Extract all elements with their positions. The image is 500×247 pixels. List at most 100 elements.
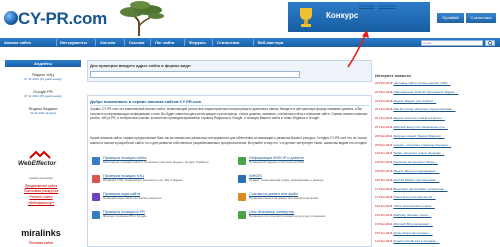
news-link[interactable]: Индекс Яндекс для Android ... <box>393 99 436 103</box>
tool-timestamp[interactable]: Unix timestamp конвертер Проверка unix t… <box>238 210 358 224</box>
news-item[interactable]: 22 Ноя 2011 Чистовые сайты сильно меняют… <box>375 81 497 86</box>
nav-forums[interactable]: Форумы <box>189 38 206 47</box>
tool-links[interactable]: Ссылки на домен или файл Проверка ссылок… <box>238 192 358 206</box>
register-button[interactable]: Правйай <box>437 13 464 23</box>
news-date: 14 Ноя 2011 <box>375 239 394 244</box>
ad-link[interactable]: Продвижение сайта <box>6 184 76 188</box>
news-link[interactable]: Opera выпустил версию 12 ... <box>393 195 435 199</box>
statistics-button[interactable]: Статистика <box>466 13 496 23</box>
nav-statistics[interactable]: Статистика <box>217 38 239 47</box>
update-date: 07.11.2011 (15 дней назад) <box>24 77 62 81</box>
help-link[interactable]: Помощь <box>359 3 374 8</box>
site-url-input[interactable] <box>90 71 300 78</box>
nav-site-log[interactable]: Лог сайта <box>155 38 174 47</box>
news-item[interactable]: 21 Ноя 2011 Microsoft выпустил обновлени… <box>375 125 497 130</box>
news-item[interactable]: 18 Ноя 2011 Android Market переименован … <box>375 178 497 183</box>
news-item[interactable]: 14 Ноя 2011 Amazon Kindle Fire в продаже… <box>375 239 497 244</box>
news-item[interactable]: 22 Ноя 2011 Индекс Яндекс для Android ..… <box>375 98 497 104</box>
news-link[interactable]: Google+ запускает страницы брендов ... <box>393 143 451 147</box>
news-link[interactable]: ВКонтакте увеличивает хранилище ... <box>393 187 447 191</box>
news-item[interactable]: 16 Ноя 2011 Yahoo анонсировал новую ... <box>375 204 497 209</box>
news-item[interactable]: 20 Ноя 2011 Google+ запускает страницы б… <box>375 143 497 148</box>
news-date: 20 Ноя 2011 <box>375 133 394 138</box>
tool-msn-ip[interactable]: Информация MSN IP и домене Проверка IP-а… <box>238 156 358 170</box>
nav-webmasters[interactable]: Веб-мастера <box>258 38 283 47</box>
miralinks-ad[interactable]: miralinks <box>8 222 74 238</box>
ad-link[interactable]: Рейтинг сайта <box>6 195 76 199</box>
news-date: 19 Ноя 2011 <box>375 151 394 156</box>
contacts-link[interactable]: Контакты <box>379 3 396 8</box>
news-date: 21 Ноя 2011 <box>375 116 394 121</box>
intro-paragraph: Кроме анализа сайта, сервис предоставляе… <box>90 136 368 145</box>
news-link[interactable]: Android Market переименован ... <box>393 178 439 182</box>
ad-link[interactable]: Поисковая раскрутка <box>6 189 76 193</box>
news-item[interactable]: 21 Ноя 2011 Яндекс запустил новый алгори… <box>375 116 497 121</box>
news-link[interactable]: Яндекс запустил новый алгоритм ... <box>393 116 445 120</box>
news-link[interactable]: Рамблер обновил поиск ... <box>393 213 431 217</box>
news-link[interactable]: Microsoft выпустил обновление для ... <box>393 125 448 129</box>
nav-links[interactable]: Ссылки <box>129 38 144 47</box>
update-date: 07.11.2011 (15 дней назад) <box>24 94 62 98</box>
news-link[interactable]: Yahoo анонсировал новую ... <box>393 204 434 208</box>
site-logo[interactable]: CY-PR.com <box>2 8 110 32</box>
news-link[interactable]: Twitter запускает новую функцию ... <box>393 151 444 155</box>
intro-paragraph: Сервис CY-PR.com это комплексный анализ … <box>90 107 368 121</box>
site-header: CY-PR.com Конкурс Помощь Контакты Правйа… <box>0 0 500 38</box>
divider <box>90 105 370 106</box>
welcome-panel: Добро пожаловать в сервис анализа сайтов… <box>87 95 372 247</box>
news-date: 19 Ноя 2011 <box>375 160 394 165</box>
clock-icon <box>238 211 246 219</box>
header-links: Помощь Контакты <box>356 3 500 10</box>
news-date: 22 Ноя 2011 <box>375 81 394 85</box>
news-item[interactable]: 18 Ноя 2011 Яндекс.Деньги поддерживает .… <box>375 169 497 174</box>
search-button[interactable] <box>485 39 495 46</box>
news-link[interactable]: Apple iCloud интегрирует ... <box>393 231 432 235</box>
miralinks-brand: miralinks <box>21 228 61 238</box>
trophy-icon <box>300 8 312 27</box>
ad-link[interactable]: «Вебэффектор» <box>6 201 76 205</box>
news-item[interactable]: 19 Ноя 2011 Facebook интегрирует Skype .… <box>375 160 497 165</box>
webeffector-brand: WebEffector <box>18 160 57 167</box>
left-sidebar: Апдейты Яндекс тИЦ 07.11.2011 (15 дней н… <box>0 50 84 247</box>
code-icon <box>92 193 100 201</box>
nav-hosting[interactable]: Хостинг <box>100 38 116 47</box>
news-header: Интернет новости <box>375 73 411 78</box>
news-link[interactable]: Чистовые сайты сильно меняют CMS ... <box>393 81 450 85</box>
news-link[interactable]: Facebook интегрирует Skype ... <box>393 160 438 164</box>
webeffector-ad[interactable]: WebEffector eonline promotion <box>8 150 74 180</box>
nav-search-input[interactable]: Поиск... <box>421 39 483 46</box>
updates-header: Апдейты <box>5 60 81 67</box>
news-date: 22 Ноя 2011 <box>375 98 394 103</box>
tool-whois[interactable]: WHOIS Сервис, позволяющий узнать информа… <box>238 174 358 188</box>
tool-desc: Проверка тИЦ, индексирует результаты на … <box>103 177 184 182</box>
tool-position-check[interactable]: Проверка позиции сайта Мониторинг позици… <box>92 156 212 170</box>
news-item[interactable]: 15 Ноя 2011 Microsoft Bing расширяет ... <box>375 222 497 227</box>
webeffector-logo-icon <box>29 150 51 159</box>
webeffector-tagline: eonline promotion <box>29 176 53 180</box>
news-item[interactable]: 21 Ноя 2011 Mail.Ru Group обновляет Одно… <box>375 107 497 112</box>
nav-separator <box>124 39 125 46</box>
news-item[interactable]: 22 Ноя 2011 Официальная Android приложен… <box>375 90 497 95</box>
tool-desc: Сервис, позволяющий узнать информацию о … <box>249 177 325 182</box>
news-item[interactable]: 19 Ноя 2011 Twitter запускает новую функ… <box>375 151 497 156</box>
news-item[interactable]: 20 Ноя 2011 Запущен новый 'Яндекс.Браузе… <box>375 133 497 139</box>
news-item[interactable]: 15 Ноя 2011 Apple iCloud интегрирует ... <box>375 231 497 236</box>
contest-title: Конкурс <box>326 11 359 20</box>
tool-tic-check[interactable]: Проверка позиции тИЦ Проверка тИЦ, индек… <box>92 174 212 188</box>
news-link[interactable]: Запущен новый 'Яндекс.Браузер' ... <box>393 134 444 138</box>
news-item[interactable]: 16 Ноя 2011 Рамблер обновил поиск ... <box>375 213 497 218</box>
ad-link[interactable]: Реклама сайта <box>6 241 76 245</box>
news-item[interactable]: 17 Ноя 2011 ВКонтакте увеличивает хранил… <box>375 187 497 192</box>
news-link[interactable]: Яндекс.Деньги поддерживает ... <box>393 169 439 173</box>
news-link[interactable]: Amazon Kindle Fire в продаже ... <box>393 239 439 243</box>
nav-tools[interactable]: Инструменты <box>60 38 87 47</box>
news-link[interactable]: Microsoft Bing расширяет ... <box>393 222 433 226</box>
news-link[interactable]: Официальная Android приложение Яндекс ..… <box>393 90 458 94</box>
tool-desc: Проверка кода сайта на ошибки разметки. <box>103 195 163 200</box>
news-item[interactable]: 17 Ноя 2011 Opera выпустил версию 12 ... <box>375 195 497 200</box>
check-form-label: Для проверки введите адрес сайта и формы… <box>90 63 192 68</box>
news-link[interactable]: Mail.Ru Group обновляет Одноклассники ..… <box>393 107 455 111</box>
nav-site-analysis[interactable]: Анализ сайта <box>4 38 31 47</box>
tool-pr-check[interactable]: Проверка позиции в PR Функция проверки P… <box>92 210 212 224</box>
tool-code-check[interactable]: Проверка кода сайта Проверка кода сайта … <box>92 192 212 206</box>
